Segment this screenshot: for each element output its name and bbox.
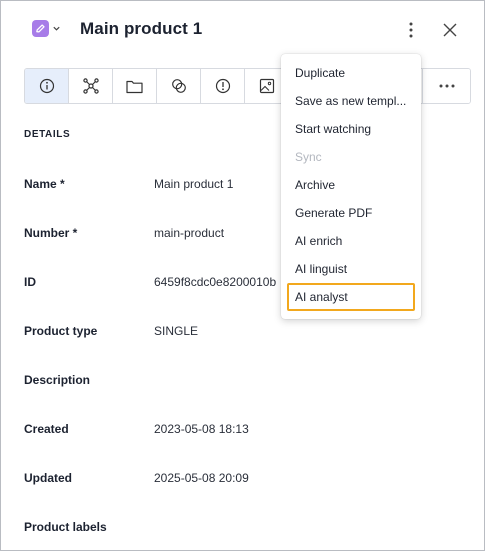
menu-item-ai-analyst[interactable]: AI analyst bbox=[281, 284, 421, 310]
more-horizontal-icon bbox=[439, 84, 454, 88]
tab-relations[interactable] bbox=[69, 69, 113, 103]
details-heading: DETAILS bbox=[24, 129, 71, 140]
field-label: Name * bbox=[24, 177, 65, 191]
tab-folder[interactable] bbox=[113, 69, 157, 103]
info-icon bbox=[39, 78, 54, 94]
field-label: Product type bbox=[24, 324, 98, 338]
pencil-icon bbox=[32, 20, 49, 37]
field-label: Product labels bbox=[24, 520, 107, 534]
field-value[interactable]: main-product bbox=[154, 226, 224, 240]
tab-info[interactable] bbox=[25, 69, 69, 103]
menu-item-duplicate[interactable]: Duplicate bbox=[281, 60, 421, 86]
folder-icon bbox=[126, 80, 143, 93]
field-label: Description bbox=[24, 373, 91, 387]
more-options-menu: Duplicate Save as new templ... Start wat… bbox=[281, 54, 421, 319]
more-options-button[interactable] bbox=[401, 18, 421, 42]
alert-icon bbox=[215, 78, 230, 94]
product-type-button[interactable] bbox=[32, 20, 61, 37]
menu-item-sync: Sync bbox=[295, 150, 322, 164]
field-value: 6459f8cdc0e8200010b bbox=[154, 275, 277, 289]
chevron-down-icon bbox=[53, 26, 60, 31]
field-label: ID bbox=[24, 275, 36, 289]
field-value: 2025-05-08 20:09 bbox=[154, 471, 249, 485]
more-tabs-button[interactable] bbox=[422, 69, 470, 103]
field-label: Number * bbox=[24, 226, 78, 240]
network-icon bbox=[82, 78, 99, 94]
field-value[interactable]: SINGLE bbox=[154, 324, 198, 338]
field-description: Description bbox=[24, 373, 464, 393]
field-value[interactable]: Main product 1 bbox=[154, 177, 233, 191]
menu-item-ai-enrich[interactable]: AI enrich bbox=[281, 228, 421, 254]
field-label: Updated bbox=[24, 471, 72, 485]
circles-icon bbox=[171, 79, 186, 93]
field-value: 2023-05-08 18:13 bbox=[154, 422, 249, 436]
menu-item-start-watching[interactable]: Start watching bbox=[281, 116, 421, 142]
tab-links[interactable] bbox=[157, 69, 201, 103]
menu-item-ai-linguist[interactable]: AI linguist bbox=[281, 256, 421, 282]
menu-item-save-as-template[interactable]: Save as new templ... bbox=[281, 88, 421, 114]
kebab-icon bbox=[409, 22, 413, 38]
menu-item-archive[interactable]: Archive bbox=[281, 172, 421, 198]
page-title: Main product 1 bbox=[80, 19, 203, 38]
menu-item-generate-pdf[interactable]: Generate PDF bbox=[281, 200, 421, 226]
field-created: Created 2023-05-08 18:13 bbox=[24, 422, 464, 442]
close-icon bbox=[443, 23, 457, 37]
field-updated: Updated 2025-05-08 20:09 bbox=[24, 471, 464, 491]
field-product-type: Product type SINGLE bbox=[24, 324, 464, 344]
tab-issues[interactable] bbox=[201, 69, 245, 103]
field-product-labels: Product labels bbox=[24, 520, 464, 540]
image-icon bbox=[259, 78, 274, 94]
close-button[interactable] bbox=[440, 20, 460, 40]
field-label: Created bbox=[24, 422, 69, 436]
